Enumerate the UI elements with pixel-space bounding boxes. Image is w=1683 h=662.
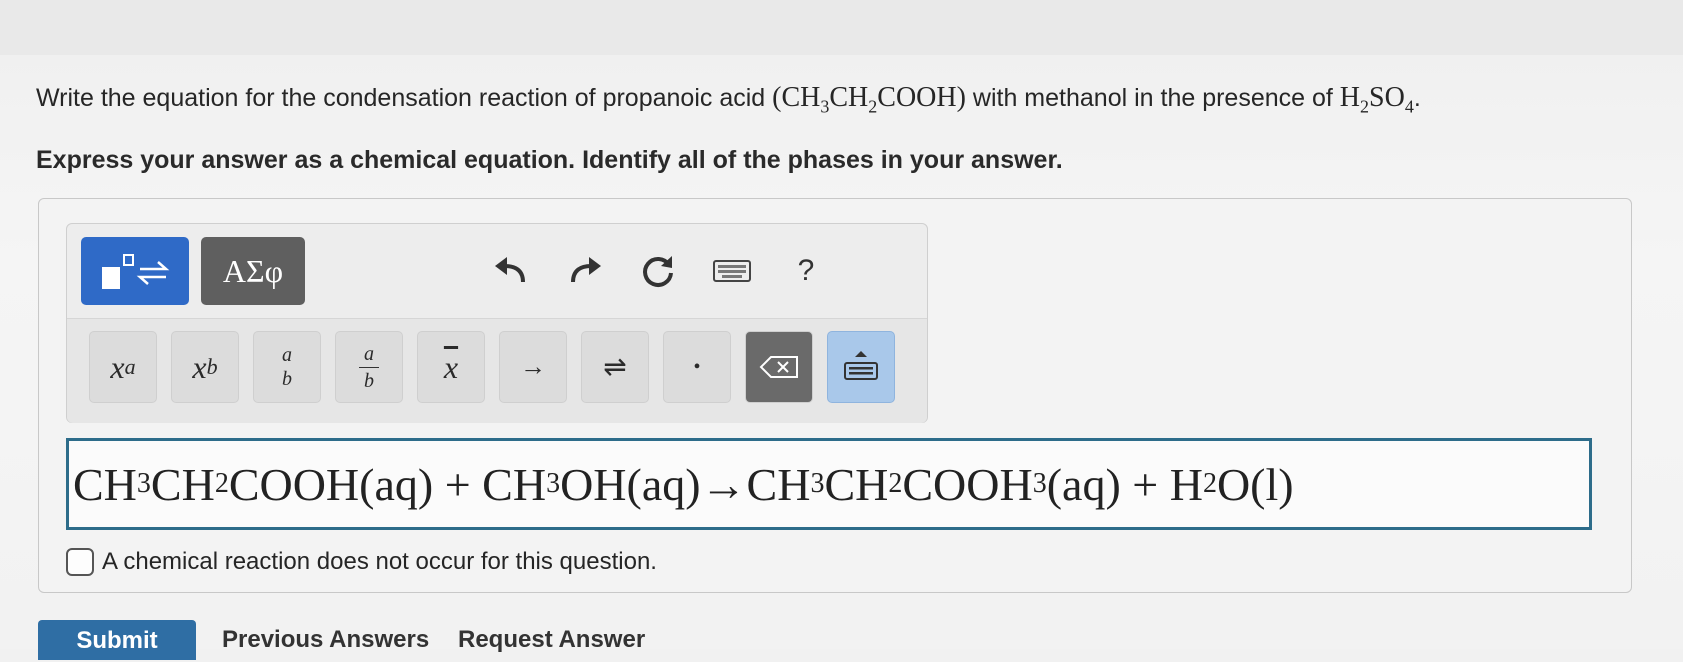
superscript-exp: a (124, 354, 136, 379)
stack-bottom: b (282, 368, 292, 390)
answer-part: CH (73, 458, 137, 510)
keyboard-icon (713, 260, 751, 282)
answer-part: O(l) (1216, 458, 1294, 510)
keyboard-toggle-icon (844, 351, 878, 380)
subscript-key[interactable]: xb (171, 331, 239, 403)
question-text: Write the equation for the condensation … (36, 82, 1421, 118)
redo-button[interactable] (561, 246, 611, 296)
backspace-icon (759, 356, 798, 378)
redo-icon (571, 257, 601, 283)
backspace-key[interactable] (745, 331, 813, 403)
answer-subscript: 3 (136, 468, 151, 499)
reaction-arrow-key[interactable]: → (499, 331, 567, 403)
overline-key[interactable]: x (417, 331, 485, 403)
dot-key[interactable]: • (663, 331, 731, 403)
answer-part: CH (150, 458, 215, 510)
answer-subscript: 3 (546, 468, 561, 499)
question-lead: Write the equation for the condensation … (36, 84, 766, 112)
stack-top: a (282, 344, 292, 366)
subscript-sub: b (206, 354, 218, 379)
answer-subscript: 2 (214, 468, 229, 499)
question-middle: with methanol in the presence of (972, 84, 1333, 112)
overline-base: x (443, 348, 459, 385)
fraction-key[interactable]: a b (335, 331, 403, 403)
toggle-keyboard-key[interactable] (827, 331, 895, 403)
superscript-key[interactable]: xa (89, 331, 157, 403)
answer-part: CH (824, 458, 889, 510)
previous-answers-link[interactable]: Previous Answers (222, 626, 429, 654)
equilibrium-arrow-key[interactable]: ⇌ (581, 331, 649, 403)
reset-icon (643, 256, 673, 287)
answer-part: OH(aq)→CH (560, 458, 811, 510)
no-reaction-option[interactable]: A chemical reaction does not occur for t… (66, 548, 657, 576)
help-button[interactable]: ? (781, 246, 831, 296)
page: Write the equation for the condensation … (0, 0, 1683, 660)
undo-icon (495, 257, 525, 283)
answer-subscript: 2 (1202, 468, 1217, 499)
answer-subscript: 3 (1032, 468, 1047, 499)
propanoic-acid-formula: (CH3CH2COOH) (772, 82, 966, 117)
greek-symbols-button[interactable]: ΑΣφ (201, 237, 305, 305)
submit-button[interactable]: Submit (38, 620, 196, 660)
keyboard-shortcuts-button[interactable] (707, 246, 757, 296)
superscript-base: x (110, 348, 125, 385)
templates-button[interactable] (81, 237, 189, 305)
answer-part: (aq) + H (1046, 458, 1203, 510)
fraction-top: a (364, 342, 374, 365)
instruction: Express your answer as a chemical equati… (36, 146, 1063, 174)
answer-part: COOH (902, 458, 1033, 510)
reset-button[interactable] (633, 246, 683, 296)
sulfuric-acid-formula: H2SO4 (1339, 82, 1414, 117)
templates-icon (102, 254, 170, 289)
subscript-base: x (192, 348, 207, 385)
no-reaction-label: A chemical reaction does not occur for t… (102, 548, 657, 575)
answer-subscript: 2 (888, 468, 903, 499)
math-toolbar: ΑΣφ ? x a x b a b a b x → ⇌ • (66, 223, 928, 423)
no-reaction-checkbox[interactable] (66, 548, 94, 576)
undo-button[interactable] (485, 246, 535, 296)
answer-subscript: 3 (810, 468, 825, 499)
top-strip (0, 0, 1683, 55)
answer-part: COOH(aq) + CH (228, 458, 547, 510)
fraction-bottom: b (364, 369, 374, 392)
stack-key[interactable]: a b (253, 331, 321, 403)
answer-input[interactable]: CH 3 CH 2 COOH(aq) + CH 3 OH(aq)→CH 3 CH 2 CO… (66, 438, 1592, 530)
request-answer-link[interactable]: Request Answer (458, 626, 645, 654)
question-end: . (1413, 84, 1421, 112)
